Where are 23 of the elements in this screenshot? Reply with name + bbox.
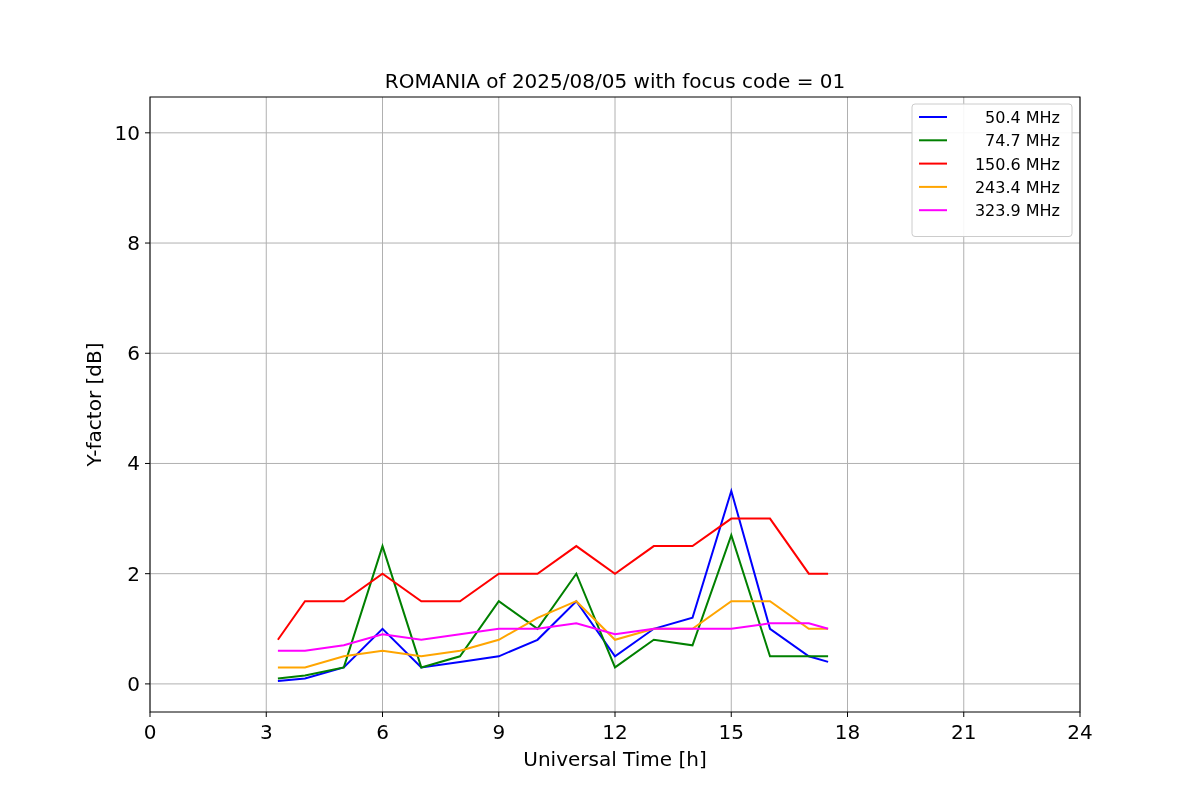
x-tick-label: 3 [259,720,273,744]
legend-label: 50.4 MHz [985,108,1060,127]
y-axis-label: Y-factor [dB] [82,342,106,467]
x-tick-label: 6 [376,720,389,744]
x-tick-label: 24 [1067,720,1093,744]
x-tick-label: 12 [602,720,628,744]
x-tick-label: 9 [492,720,506,744]
y-tick-label: 4 [127,451,140,476]
y-tick-label: 0 [127,671,140,696]
y-tick-label: 6 [127,341,140,366]
x-tick-label: 0 [143,720,157,744]
legend-label: 243.4 MHz [974,177,1060,197]
legend-label: 150.6 MHz [974,154,1060,174]
y-tick-label: 8 [127,231,140,256]
y-tick-label: 2 [127,561,140,586]
legend-label: 323.9 MHz [974,201,1060,221]
x-tick-label: 21 [951,720,977,744]
chart-title: ROMANIA of 2025/08/05 with focus code = 01 [384,69,846,93]
x-tick-label: 18 [834,720,861,744]
x-axis-label: Universal Time [h] [523,747,707,771]
y-tick-label: 10 [114,120,140,145]
legend-label: 74.7 MHz [985,131,1060,151]
x-tick-label: 15 [718,720,744,744]
